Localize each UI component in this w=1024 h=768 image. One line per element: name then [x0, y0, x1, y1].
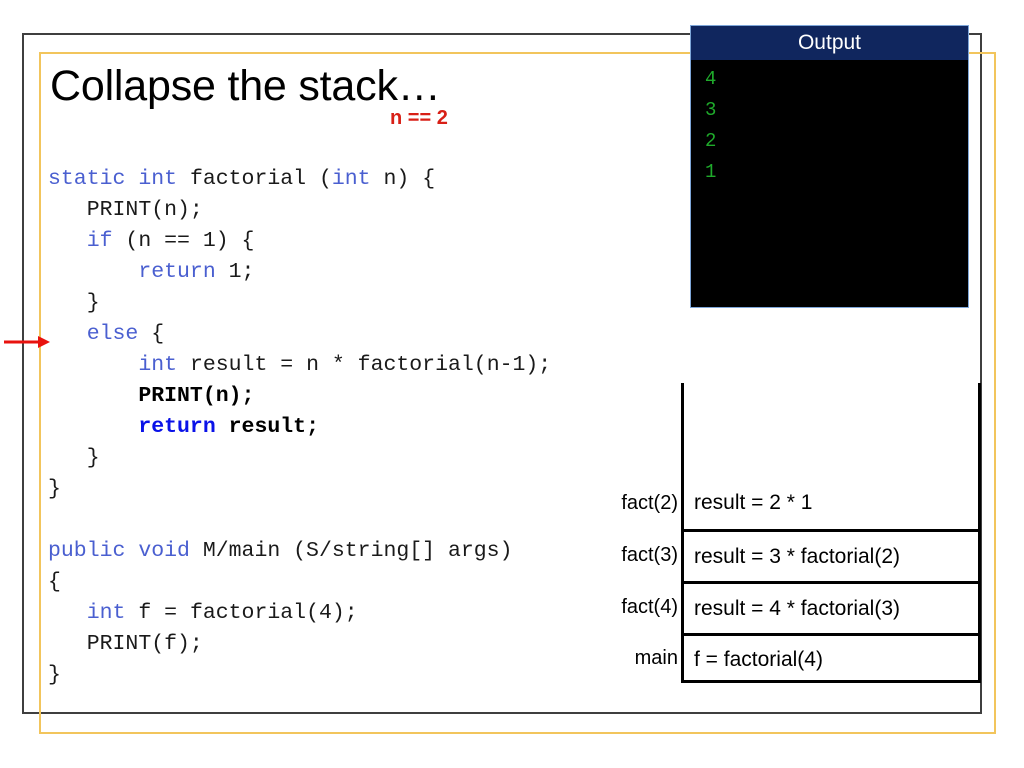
code-line: return 1;: [48, 260, 254, 284]
call-stack-frame-content: result = 2 * 1: [694, 491, 813, 514]
code-token: factorial (: [177, 166, 332, 191]
code-token: if: [86, 228, 113, 253]
output-line: 4: [705, 68, 717, 90]
code-token: n) {: [370, 166, 436, 191]
code-token: PRINT(n);: [138, 383, 255, 408]
code-line: int f = factorial(4);: [48, 601, 358, 625]
call-stack-frame-content: f = factorial(4): [681, 633, 981, 683]
output-console-title: Output: [691, 26, 968, 60]
code-line: }: [48, 477, 61, 501]
code-token: result = n * factorial(n-1);: [177, 352, 552, 377]
code-token: int: [138, 166, 178, 191]
code-token: (n == 1) {: [112, 228, 255, 253]
code-line: int result = n * factorial(n-1);: [48, 353, 551, 377]
slide-canvas: Collapse the stack… n == 2 static int fa…: [0, 0, 1024, 768]
output-console-window: Output 4 3 2 1: [690, 25, 969, 308]
page-title: Collapse the stack…: [50, 62, 441, 110]
code-token: }: [48, 476, 61, 501]
code-line: }: [48, 291, 100, 315]
n-equals-2-annotation: n == 2: [390, 107, 448, 129]
code-token: PRINT(n);: [48, 197, 203, 222]
code-token: {: [138, 321, 165, 346]
code-line: if (n == 1) {: [48, 228, 255, 253]
output-line: 3: [705, 99, 717, 121]
code-token: void: [138, 538, 190, 563]
code-line: }: [48, 446, 100, 470]
code-line: [48, 508, 61, 532]
code-line: PRINT(n);: [48, 384, 254, 408]
code-token: PRINT(f);: [48, 631, 203, 656]
output-console-body: 4 3 2 1: [691, 60, 968, 188]
code-token: }: [48, 445, 100, 470]
code-line: public void M/main (S/string[] args): [48, 539, 513, 563]
code-token: return: [138, 259, 216, 284]
code-token: int: [331, 166, 371, 191]
code-line: else {: [48, 322, 164, 346]
red-right-arrow-icon: [4, 336, 50, 348]
call-stack-frame-content: result = 3 * factorial(2): [681, 529, 981, 581]
code-token: result;: [228, 414, 319, 439]
code-token: {: [48, 569, 61, 594]
code-token: int: [138, 352, 178, 377]
code-line: PRINT(f);: [48, 632, 203, 656]
code-line: return result;: [48, 415, 319, 439]
output-line: 2: [705, 130, 717, 152]
code-token: return: [138, 414, 216, 439]
call-stack-frame-label: main: [634, 646, 678, 669]
call-stack-frame-label: fact(3): [621, 543, 678, 566]
code-token: int: [86, 600, 126, 625]
output-line: 1: [705, 161, 717, 183]
call-stack-frame-label: fact(2): [621, 491, 678, 514]
code-token: static: [48, 166, 126, 191]
call-stack-frame-content: result = 4 * factorial(3): [681, 581, 981, 633]
code-token: M/main (S/string[] args): [189, 538, 513, 563]
code-line: }: [48, 663, 61, 687]
code-block: static int factorial (int n) { PRINT(n);…: [48, 164, 678, 691]
code-line: static int factorial (int n) {: [48, 167, 435, 191]
code-token: }: [48, 290, 100, 315]
code-token: f = factorial(4);: [125, 600, 358, 625]
code-line: {: [48, 570, 61, 594]
code-token: else: [86, 321, 139, 346]
call-stack-diagram: fact(2) result = 2 * 1 fact(3) result = 3 *…: [600, 383, 982, 685]
code-line: PRINT(n);: [48, 198, 203, 222]
code-token: }: [48, 662, 61, 687]
code-token: 1;: [215, 259, 255, 284]
code-token: public: [48, 538, 126, 563]
call-stack-frame-label: fact(4): [621, 595, 678, 618]
